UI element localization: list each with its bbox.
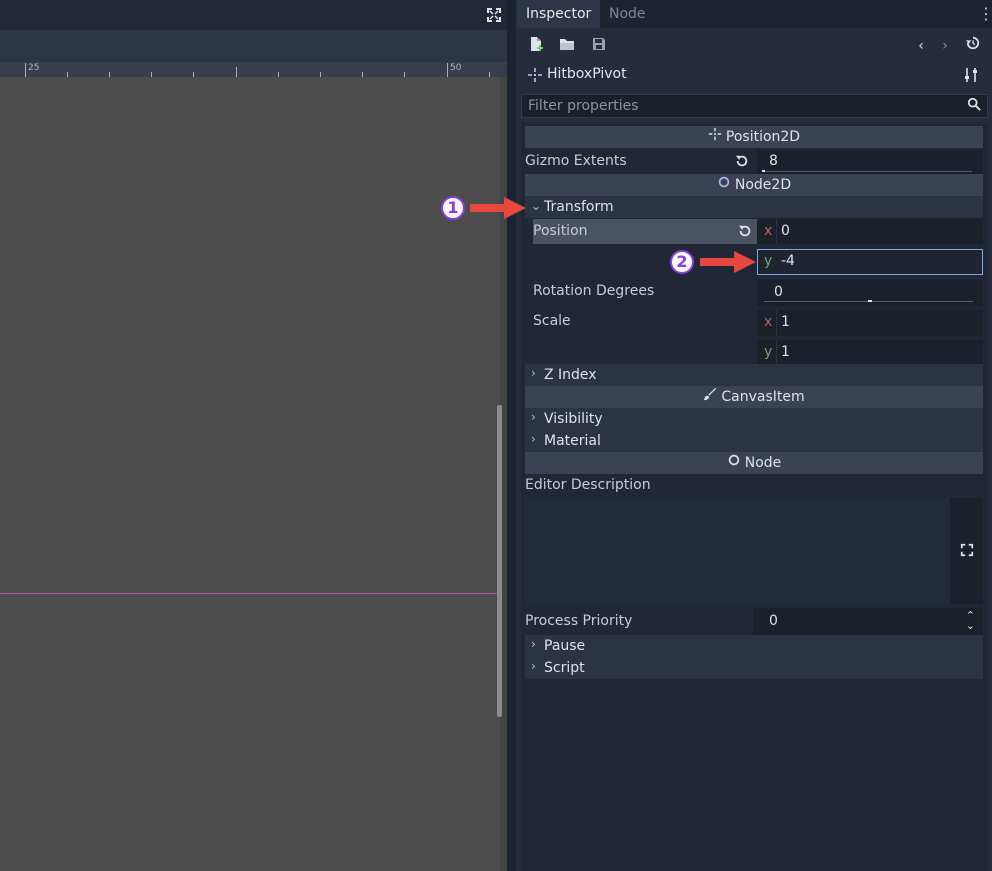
tools-icon[interactable] bbox=[963, 67, 981, 85]
history-icon[interactable] bbox=[963, 36, 983, 56]
history-forward-icon[interactable]: › bbox=[935, 36, 955, 56]
axis-x-label: x bbox=[764, 314, 773, 330]
object-name: HitboxPivot bbox=[547, 66, 627, 82]
gizmo-extents-value: 8 bbox=[769, 153, 778, 169]
group-z-index[interactable]: › Z Index bbox=[525, 364, 983, 386]
tab-inspector[interactable]: Inspector bbox=[517, 0, 601, 28]
revert-icon[interactable] bbox=[738, 224, 754, 240]
chevron-right-icon: › bbox=[531, 366, 536, 380]
scale-y-field[interactable]: y 1 bbox=[757, 340, 983, 366]
callout-1: 1 bbox=[441, 196, 465, 220]
horizontal-ruler: 25 50 bbox=[0, 62, 507, 78]
group-label: Transform bbox=[544, 199, 614, 215]
section-label: Node2D bbox=[734, 177, 792, 193]
prop-label-editor-description: Editor Description bbox=[525, 477, 651, 493]
chevron-right-icon: › bbox=[531, 432, 536, 446]
section-node: Node bbox=[525, 452, 983, 474]
arrow-1 bbox=[470, 197, 526, 219]
filter-properties-input[interactable] bbox=[528, 97, 948, 115]
process-priority-value: 0 bbox=[769, 613, 778, 629]
group-material[interactable]: › Material bbox=[525, 430, 983, 452]
prop-label-scale: Scale bbox=[533, 313, 571, 329]
position2d-icon bbox=[708, 126, 722, 148]
open-folder-icon[interactable] bbox=[557, 36, 577, 56]
section-position2d: Position2D bbox=[525, 126, 983, 148]
viewport-toolbar bbox=[0, 30, 507, 62]
position2d-icon bbox=[527, 67, 543, 83]
viewport-topbar bbox=[0, 0, 507, 30]
history-back-icon[interactable]: ‹ bbox=[911, 36, 931, 56]
filter-properties-box bbox=[521, 94, 988, 118]
section-node2d: Node2D bbox=[525, 174, 983, 196]
gizmo-extents-spinbox[interactable]: 8 bbox=[757, 150, 983, 174]
group-label: Material bbox=[544, 433, 601, 449]
expand-icon bbox=[960, 543, 974, 561]
editor-description-textarea[interactable] bbox=[525, 498, 950, 604]
viewport-scrollbar[interactable] bbox=[497, 405, 502, 717]
position-y-field[interactable]: y -4 bbox=[757, 249, 983, 275]
expand-icon[interactable] bbox=[484, 5, 504, 25]
group-label: Z Index bbox=[544, 367, 597, 383]
spin-arrows-icon[interactable]: ⌃ ⌄ bbox=[966, 610, 975, 631]
new-resource-icon[interactable] bbox=[526, 36, 546, 56]
ruler-label: 25 bbox=[28, 63, 40, 73]
position-x-value: 0 bbox=[781, 223, 790, 239]
scale-x-value: 1 bbox=[781, 314, 790, 330]
guide-line bbox=[0, 593, 507, 594]
search-icon[interactable] bbox=[967, 97, 981, 115]
group-label: Pause bbox=[544, 638, 586, 654]
viewport-canvas[interactable] bbox=[0, 77, 500, 871]
callout-2: 2 bbox=[670, 250, 694, 274]
process-priority-spinbox[interactable]: 0 ⌃ ⌄ bbox=[753, 608, 983, 635]
group-pause[interactable]: › Pause bbox=[525, 635, 983, 657]
section-label: Node bbox=[744, 455, 782, 471]
axis-x-label: x bbox=[764, 223, 773, 239]
brush-icon bbox=[703, 386, 717, 408]
prop-label-rotation-degrees: Rotation Degrees bbox=[533, 283, 655, 299]
position-x-field[interactable]: x 0 bbox=[757, 219, 983, 244]
save-icon[interactable] bbox=[589, 36, 609, 56]
tab-node[interactable]: Node bbox=[600, 0, 655, 28]
ruler-label: 50 bbox=[450, 63, 462, 73]
section-label: CanvasItem bbox=[721, 389, 805, 405]
revert-icon[interactable] bbox=[735, 154, 751, 170]
position-y-value: -4 bbox=[781, 253, 795, 269]
axis-y-label: y bbox=[764, 253, 773, 269]
chevron-right-icon: › bbox=[531, 659, 536, 673]
arrow-2 bbox=[700, 251, 756, 273]
prop-label-process-priority: Process Priority bbox=[525, 613, 633, 629]
chevron-right-icon: › bbox=[531, 637, 536, 651]
section-canvas-item: CanvasItem bbox=[525, 386, 983, 408]
prop-label-gizmo-extents: Gizmo Extents bbox=[525, 153, 627, 169]
scale-y-value: 1 bbox=[781, 344, 790, 360]
kebab-menu-icon[interactable]: ⋮ bbox=[978, 4, 992, 24]
chevron-right-icon: › bbox=[531, 410, 536, 424]
group-label: Visibility bbox=[544, 411, 603, 427]
rotation-value: 0 bbox=[774, 284, 783, 300]
expand-button[interactable] bbox=[950, 498, 983, 604]
axis-y-label: y bbox=[764, 344, 773, 360]
section-label: Position2D bbox=[725, 129, 801, 145]
rotation-spinbox[interactable]: 0 bbox=[757, 280, 983, 306]
node2d-icon bbox=[717, 174, 731, 196]
group-transform[interactable]: ⌄ Transform bbox=[525, 196, 983, 218]
chevron-down-icon: ⌄ bbox=[531, 199, 542, 213]
scale-x-field[interactable]: x 1 bbox=[757, 310, 983, 336]
group-visibility[interactable]: › Visibility bbox=[525, 408, 983, 430]
node-icon bbox=[727, 452, 741, 474]
prop-label-position: Position bbox=[533, 223, 588, 239]
group-script[interactable]: › Script bbox=[525, 657, 983, 679]
group-label: Script bbox=[544, 660, 585, 676]
